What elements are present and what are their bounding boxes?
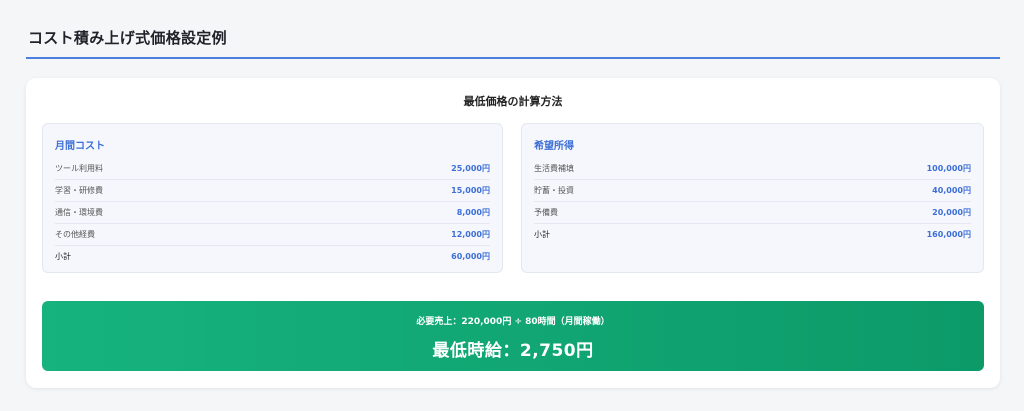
row-label: 小計 [534,230,550,239]
row-value: 40,000円 [932,186,971,195]
income-row: 予備費 20,000円 [534,202,971,224]
row-value: 15,000円 [451,186,490,195]
cost-row: その他経費 12,000円 [55,224,490,246]
row-value: 160,000円 [926,230,971,239]
row-value: 100,000円 [926,164,971,173]
pricing-card: 最低価格の計算方法 月間コスト ツール利用料 25,000円 学習・研修費 15… [26,78,1000,388]
monthly-cost-panel: 月間コスト ツール利用料 25,000円 学習・研修費 15,000円 通信・環… [42,123,503,273]
row-value: 25,000円 [451,164,490,173]
cost-row: 通信・環境費 8,000円 [55,202,490,224]
row-label: 学習・研修費 [55,186,103,195]
cost-row: ツール利用料 25,000円 [55,158,490,180]
row-value: 20,000円 [932,208,971,217]
income-subtotal-row: 小計 160,000円 [534,224,971,245]
monthly-cost-title: 月間コスト [55,141,105,152]
row-label: 小計 [55,252,71,261]
cost-subtotal-row: 小計 60,000円 [55,246,490,267]
card-heading: 最低価格の計算方法 [463,95,563,108]
row-label: 予備費 [534,208,558,217]
income-row: 貯蓄・投資 40,000円 [534,180,971,202]
row-label: 生活費補填 [534,164,574,173]
result-banner: 必要売上：220,000円 ÷ 80時間（月間稼働） 最低時給：2,750円 [42,301,984,371]
desired-income-panel: 希望所得 生活費補填 100,000円 貯蓄・投資 40,000円 予備費 20… [521,123,984,273]
row-label: ツール利用料 [55,164,103,173]
row-label: その他経費 [55,230,95,239]
cost-row: 学習・研修費 15,000円 [55,180,490,202]
row-value: 60,000円 [451,252,490,261]
title-divider [26,57,1000,59]
result-formula: 必要売上：220,000円 ÷ 80時間（月間稼働） [416,317,610,327]
row-value: 12,000円 [451,230,490,239]
income-row: 生活費補填 100,000円 [534,158,971,180]
minimum-hourly-rate: 最低時給：2,750円 [432,341,594,361]
page-title: コスト積み上げ式価格設定例 [28,29,227,47]
row-label: 通信・環境費 [55,208,103,217]
row-value: 8,000円 [456,208,490,217]
desired-income-title: 希望所得 [534,141,574,152]
row-label: 貯蓄・投資 [534,186,574,195]
